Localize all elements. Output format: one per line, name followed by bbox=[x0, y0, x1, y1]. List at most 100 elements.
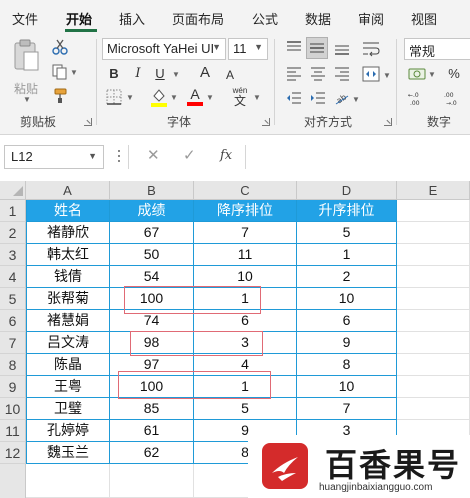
decrease-decimal-icon[interactable]: .00 →.0 bbox=[444, 90, 464, 106]
table-cell[interactable]: 2 bbox=[297, 266, 397, 288]
underline-dropdown-icon[interactable]: ▼ bbox=[172, 70, 180, 79]
orientation-icon[interactable]: ab bbox=[334, 90, 350, 106]
empty-cell[interactable] bbox=[26, 464, 110, 498]
header-cell-asc-rank[interactable]: 升序排位 bbox=[297, 200, 397, 222]
table-cell[interactable]: 9 bbox=[297, 332, 397, 354]
tab-formulas[interactable]: 公式 bbox=[252, 9, 278, 28]
row-header[interactable]: 9 bbox=[0, 376, 26, 398]
column-header-e[interactable]: E bbox=[397, 181, 470, 200]
column-header-b[interactable]: B bbox=[110, 181, 194, 200]
table-cell[interactable]: 卫璧 bbox=[26, 398, 110, 420]
bold-button[interactable]: B bbox=[106, 65, 122, 83]
empty-cell[interactable] bbox=[110, 464, 194, 498]
table-cell[interactable]: 62 bbox=[110, 442, 194, 464]
tab-page-layout[interactable]: 页面布局 bbox=[172, 9, 224, 28]
row-header[interactable]: 5 bbox=[0, 288, 26, 310]
merge-dropdown-icon[interactable]: ▼ bbox=[383, 71, 391, 80]
font-name-select[interactable]: Microsoft YaHei UI ▼ bbox=[102, 38, 226, 60]
shrink-font-button[interactable]: A bbox=[223, 66, 237, 84]
table-cell[interactable]: 褚慧娟 bbox=[26, 310, 110, 332]
table-cell[interactable]: 韩太红 bbox=[26, 244, 110, 266]
fill-color-icon[interactable] bbox=[150, 87, 168, 107]
cut-icon[interactable] bbox=[52, 39, 68, 55]
table-cell[interactable]: 7 bbox=[194, 222, 297, 244]
empty-cell[interactable] bbox=[397, 222, 470, 244]
table-cell[interactable]: 5 bbox=[194, 398, 297, 420]
increase-decimal-icon[interactable]: ←.0 .00 bbox=[408, 90, 428, 106]
paste-dropdown-icon[interactable]: ▼ bbox=[23, 95, 31, 104]
table-cell[interactable]: 67 bbox=[110, 222, 194, 244]
row-header[interactable]: 10 bbox=[0, 398, 26, 420]
row-header[interactable]: 7 bbox=[0, 332, 26, 354]
table-cell[interactable]: 10 bbox=[194, 266, 297, 288]
copy-icon[interactable] bbox=[52, 64, 68, 80]
empty-cell[interactable] bbox=[397, 310, 470, 332]
empty-cell[interactable] bbox=[397, 398, 470, 420]
percent-style-button[interactable]: % bbox=[446, 65, 462, 83]
column-header-c[interactable]: C bbox=[194, 181, 297, 200]
table-cell[interactable]: 王粤 bbox=[26, 376, 110, 398]
table-cell[interactable]: 陈晶 bbox=[26, 354, 110, 376]
tab-review[interactable]: 审阅 bbox=[358, 9, 384, 28]
table-cell[interactable]: 10 bbox=[297, 376, 397, 398]
table-cell[interactable]: 11 bbox=[194, 244, 297, 266]
column-header-a[interactable]: A bbox=[26, 181, 110, 200]
name-box[interactable]: L12 ▼ bbox=[4, 145, 104, 169]
empty-cell[interactable] bbox=[397, 244, 470, 266]
tab-file[interactable]: 文件 bbox=[12, 9, 38, 28]
table-cell[interactable]: 孔婷婷 bbox=[26, 420, 110, 442]
table-cell[interactable]: 吕文涛 bbox=[26, 332, 110, 354]
grow-font-button[interactable]: A bbox=[198, 64, 212, 82]
clipboard-launcher-icon[interactable] bbox=[84, 118, 92, 126]
table-cell[interactable]: 1 bbox=[297, 244, 397, 266]
italic-button[interactable]: I bbox=[130, 65, 146, 83]
table-cell[interactable]: 张帮菊 bbox=[26, 288, 110, 310]
accounting-format-icon[interactable] bbox=[408, 66, 426, 82]
table-cell[interactable]: 6 bbox=[297, 310, 397, 332]
borders-icon[interactable] bbox=[106, 89, 122, 105]
tab-view[interactable]: 视图 bbox=[411, 9, 437, 28]
orientation-dropdown-icon[interactable]: ▼ bbox=[352, 95, 360, 104]
table-cell[interactable]: 54 bbox=[110, 266, 194, 288]
row-header[interactable]: 8 bbox=[0, 354, 26, 376]
row-header[interactable]: 12 bbox=[0, 442, 26, 464]
paste-button[interactable]: 粘贴 bbox=[10, 39, 42, 99]
formula-input[interactable] bbox=[250, 145, 466, 169]
align-top-icon[interactable] bbox=[286, 41, 302, 55]
phonetic-dropdown-icon[interactable]: ▼ bbox=[253, 93, 261, 102]
decrease-indent-icon[interactable] bbox=[286, 91, 302, 105]
table-cell[interactable]: 钱倩 bbox=[26, 266, 110, 288]
insert-function-icon[interactable]: fx bbox=[220, 148, 232, 163]
empty-cell[interactable] bbox=[397, 376, 470, 398]
table-cell[interactable]: 褚静欣 bbox=[26, 222, 110, 244]
table-cell[interactable]: 7 bbox=[297, 398, 397, 420]
table-cell[interactable]: 85 bbox=[110, 398, 194, 420]
column-header-d[interactable]: D bbox=[297, 181, 397, 200]
font-color-dropdown-icon[interactable]: ▼ bbox=[206, 93, 214, 102]
align-center-icon[interactable] bbox=[310, 67, 326, 81]
empty-cell[interactable] bbox=[397, 200, 470, 222]
row-header[interactable]: 11 bbox=[0, 420, 26, 442]
copy-dropdown-icon[interactable]: ▼ bbox=[70, 68, 78, 77]
wrap-text-icon[interactable] bbox=[362, 41, 380, 57]
alignment-launcher-icon[interactable] bbox=[384, 118, 392, 126]
cancel-icon[interactable]: ✕ bbox=[147, 146, 160, 164]
align-bottom-icon[interactable] bbox=[334, 41, 350, 55]
align-right-icon[interactable] bbox=[334, 67, 350, 81]
table-cell[interactable]: 10 bbox=[297, 288, 397, 310]
resize-handle-icon[interactable] bbox=[117, 148, 121, 164]
fill-color-dropdown-icon[interactable]: ▼ bbox=[170, 93, 178, 102]
header-cell-name[interactable]: 姓名 bbox=[26, 200, 110, 222]
table-cell[interactable]: 61 bbox=[110, 420, 194, 442]
font-color-button[interactable]: A bbox=[186, 87, 204, 107]
header-cell-score[interactable]: 成绩 bbox=[110, 200, 194, 222]
tab-data[interactable]: 数据 bbox=[305, 9, 331, 28]
accounting-dropdown-icon[interactable]: ▼ bbox=[428, 70, 436, 79]
table-cell[interactable]: 50 bbox=[110, 244, 194, 266]
phonetic-button[interactable]: wén 文 bbox=[230, 86, 250, 108]
row-header[interactable]: 2 bbox=[0, 222, 26, 244]
borders-dropdown-icon[interactable]: ▼ bbox=[126, 93, 134, 102]
align-left-icon[interactable] bbox=[286, 67, 302, 81]
empty-cell[interactable] bbox=[397, 332, 470, 354]
row-header[interactable]: 6 bbox=[0, 310, 26, 332]
